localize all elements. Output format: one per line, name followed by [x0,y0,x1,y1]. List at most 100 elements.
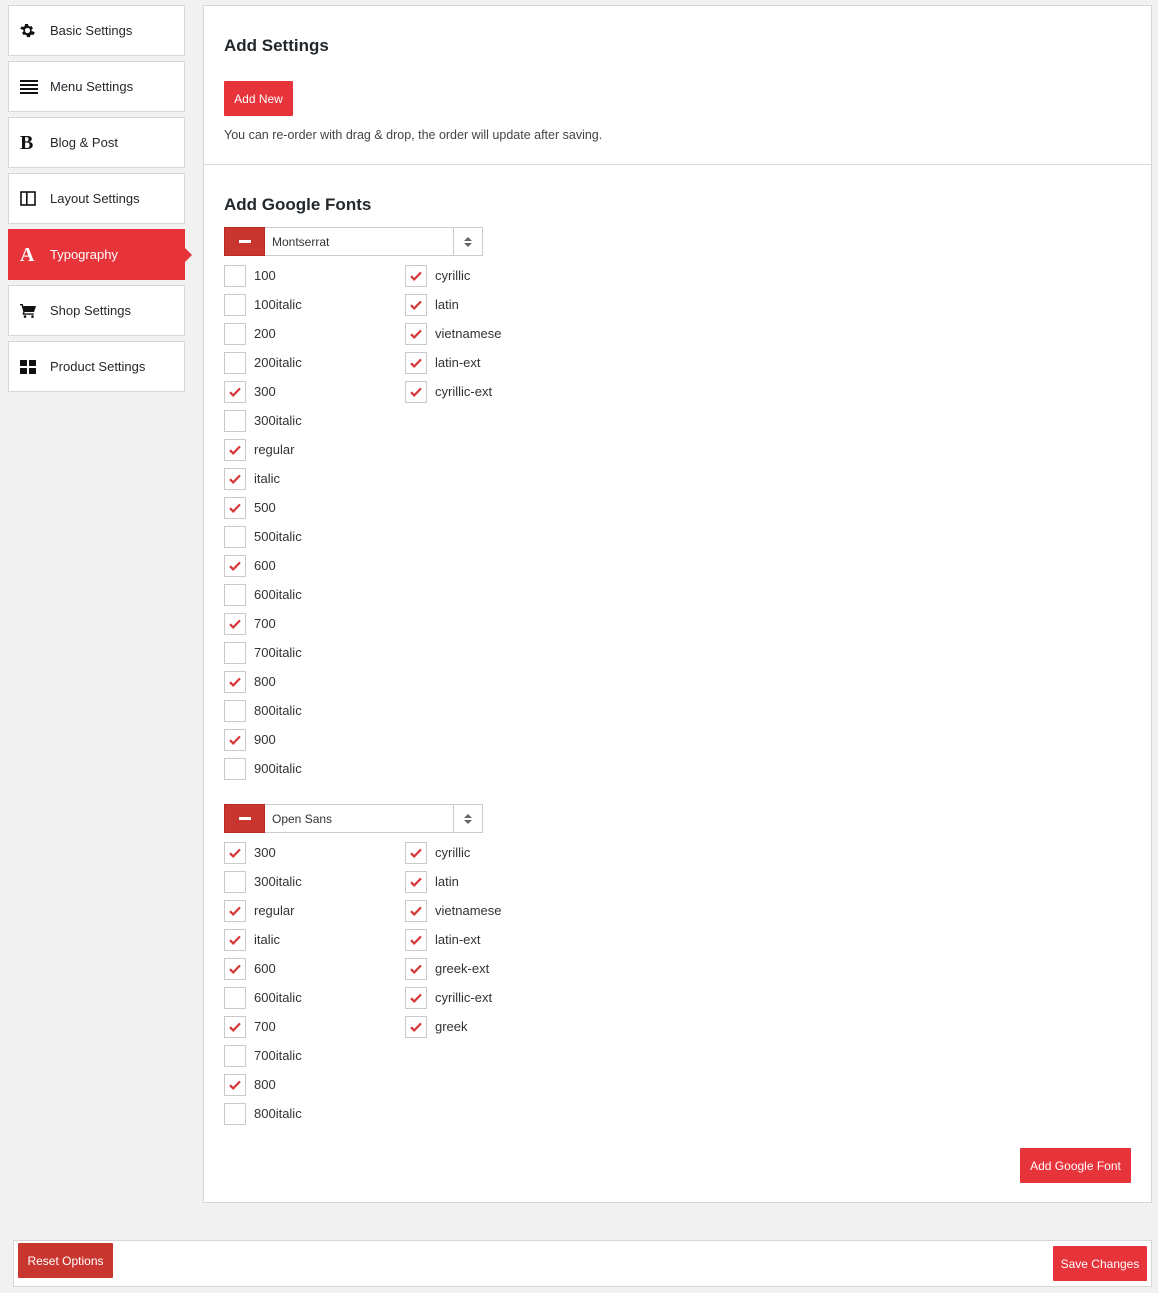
checkbox[interactable] [224,526,246,548]
checkbox[interactable] [405,323,427,345]
sidebar-item-shop-settings[interactable]: Shop Settings [8,285,185,336]
checkmark-icon [229,935,241,945]
checkbox[interactable] [405,265,427,287]
checkbox[interactable] [224,929,246,951]
checkmark-icon [229,1080,241,1090]
checkbox-label: 300italic [254,413,302,428]
checkbox[interactable] [224,958,246,980]
sidebar-item-basic-settings[interactable]: Basic Settings [8,5,185,56]
checkbox[interactable] [224,410,246,432]
subsets-list: cyrillic latin vietnamese latin-ext cyrillic… [405,265,501,410]
section-divider [204,164,1151,165]
checkbox[interactable] [405,871,427,893]
checkbox[interactable] [224,1103,246,1125]
checkbox[interactable] [224,900,246,922]
checkbox[interactable] [224,439,246,461]
checkbox-row: 600 [224,555,302,584]
checkbox[interactable] [224,1045,246,1067]
save-changes-button[interactable]: Save Changes [1053,1246,1147,1281]
checkbox[interactable] [224,671,246,693]
sidebar-item-typography[interactable]: A Typography [8,229,192,280]
checkbox-label: italic [254,932,281,947]
select-arrows-icon [453,228,482,255]
checkbox-label: 500italic [254,529,302,544]
checkmark-icon [410,387,422,397]
checkbox-row: 600italic [224,584,302,613]
checkmark-icon [410,300,422,310]
checkbox[interactable] [224,987,246,1009]
checkbox-row: latin [405,294,501,323]
checkbox-row: regular [224,439,302,468]
checkbox-row: 800italic [224,1103,302,1132]
font-family-select[interactable]: Open Sans [265,804,483,833]
remove-font-button[interactable] [224,227,265,256]
checkbox[interactable] [224,352,246,374]
checkbox-row: 200 [224,323,302,352]
sidebar-item-label: Typography [50,247,118,262]
checkbox[interactable] [405,929,427,951]
checkbox-label: 800 [254,1077,276,1092]
checkbox[interactable] [405,842,427,864]
checkbox-label: 900italic [254,761,302,776]
checkbox[interactable] [405,294,427,316]
sidebar-item-layout-settings[interactable]: Layout Settings [8,173,185,224]
checkbox[interactable] [224,323,246,345]
checkbox-label: italic [254,471,281,486]
sidebar-item-menu-settings[interactable]: Menu Settings [8,61,185,112]
checkbox[interactable] [224,294,246,316]
checkbox-label: cyrillic-ext [435,990,493,1005]
checkbox[interactable] [224,642,246,664]
checkbox-label: cyrillic-ext [435,384,493,399]
add-google-font-button[interactable]: Add Google Font [1020,1148,1131,1183]
checkbox-label: 700 [254,1019,276,1034]
checkbox[interactable] [405,987,427,1009]
bold-b-icon: B [20,131,34,154]
checkbox[interactable] [224,381,246,403]
sidebar-item-label: Blog & Post [50,135,118,150]
checkbox[interactable] [224,555,246,577]
sidebar-item-blog-post[interactable]: B Blog & Post [8,117,185,168]
checkbox-row: latin-ext [405,929,501,958]
checkbox-row: 300italic [224,871,302,900]
checkbox-row: 800italic [224,700,302,729]
checkbox-row: 600 [224,958,302,987]
checkbox[interactable] [224,497,246,519]
remove-font-button[interactable] [224,804,265,833]
checkbox[interactable] [405,381,427,403]
checkbox[interactable] [224,871,246,893]
checkbox[interactable] [224,468,246,490]
variants-list: 100 100italic 200 200italic 300 300italic regu… [224,265,302,787]
checkbox[interactable] [224,842,246,864]
checkbox[interactable] [224,265,246,287]
checkbox[interactable] [224,584,246,606]
add-new-button[interactable]: Add New [224,81,293,116]
checkbox[interactable] [405,1016,427,1038]
checkmark-icon [229,561,241,571]
font-family-select[interactable]: Montserrat [265,227,483,256]
checkbox-row: italic [224,929,302,958]
checkbox-row: 700italic [224,1045,302,1074]
checkmark-icon [229,906,241,916]
checkbox-row: 300 [224,842,302,871]
checkbox[interactable] [405,958,427,980]
checkbox[interactable] [224,758,246,780]
cart-icon [20,302,42,320]
checkbox-row: greek-ext [405,958,501,987]
checkbox[interactable] [224,729,246,751]
checkbox-row: 300 [224,381,302,410]
checkbox[interactable] [224,700,246,722]
variants-list: 300 300italic regular italic 600 600italic 700… [224,842,302,1132]
checkbox[interactable] [224,1074,246,1096]
checkbox[interactable] [405,352,427,374]
checkbox-label: 200italic [254,355,302,370]
checkbox-row: 700 [224,1016,302,1045]
sidebar-item-label: Menu Settings [50,79,134,94]
checkbox-label: greek [435,1019,468,1034]
checkbox[interactable] [405,900,427,922]
checkbox[interactable] [224,1016,246,1038]
sidebar-item-product-settings[interactable]: Product Settings [8,341,185,392]
checkbox[interactable] [224,613,246,635]
checkmark-icon [410,935,422,945]
checkbox-row: cyrillic [405,842,501,871]
reset-options-button[interactable]: Reset Options [18,1243,113,1278]
